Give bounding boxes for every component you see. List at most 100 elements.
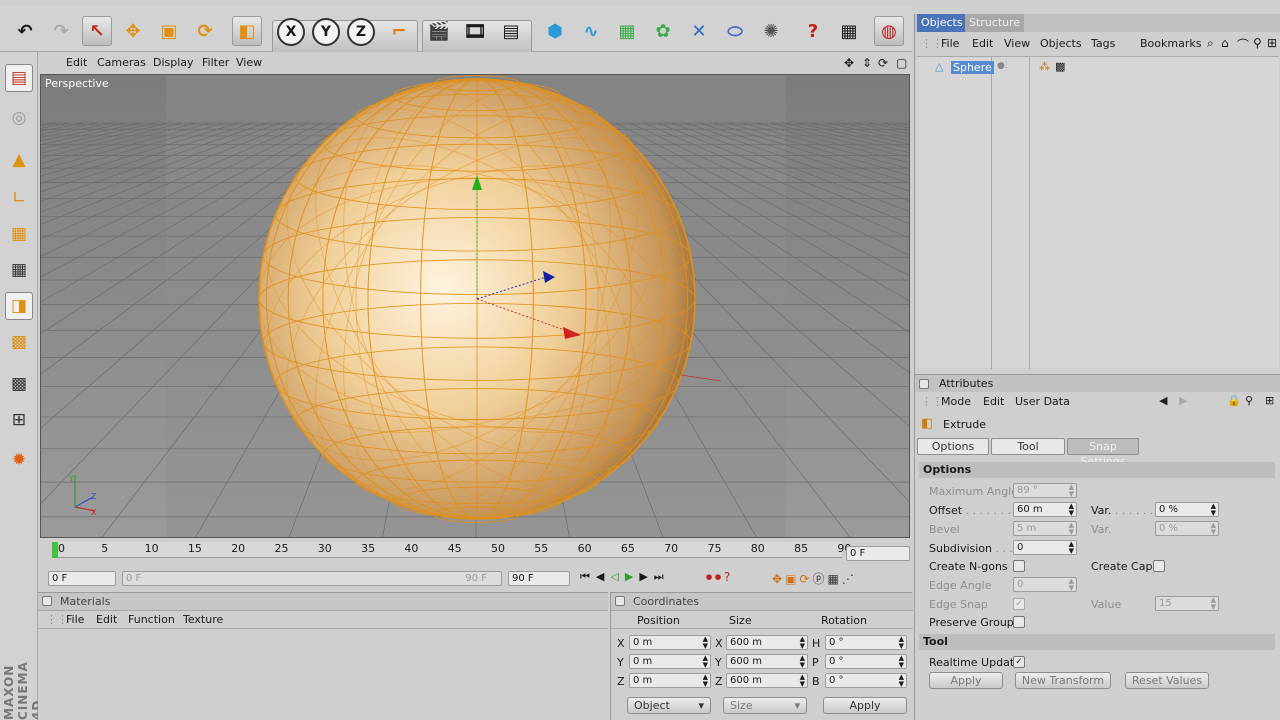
viewport-move-icon[interactable]: ✥: [844, 56, 854, 70]
reset-values-button[interactable]: Reset Values: [1125, 672, 1209, 689]
position-field[interactable]: 0 m ▲ ▼: [629, 673, 711, 688]
back-arrow-icon[interactable]: ◀: [1159, 394, 1167, 407]
key-scale-icon[interactable]: ▣: [785, 572, 799, 586]
position-field[interactable]: 0 m ▲ ▼: [629, 635, 711, 650]
offset-field[interactable]: 60 m ▲ ▼: [1013, 502, 1077, 517]
forward-arrow-icon[interactable]: ▶: [1179, 394, 1187, 407]
range-slider[interactable]: 0 F 90 F: [122, 571, 502, 586]
object-row-sphere[interactable]: △ Sphere: [919, 60, 994, 76]
edge-angle-field[interactable]: 0 ▲ ▼: [1013, 577, 1077, 592]
scene-camera-icon[interactable]: ✺: [756, 16, 786, 46]
uv-points-icon[interactable]: ▦: [5, 256, 33, 284]
end-frame-field[interactable]: 90 F: [508, 571, 570, 586]
size-field[interactable]: 600 m ▲ ▼: [726, 673, 808, 688]
edges-mode-icon[interactable]: ∟: [5, 184, 33, 212]
render-picture-icon[interactable]: 🎞: [460, 16, 490, 46]
keyframe-selection-icon[interactable]: ?: [724, 570, 733, 584]
rotation-field[interactable]: 0 ° ▲ ▼: [825, 635, 907, 650]
offset-var-field[interactable]: 0 % ▲ ▼: [1155, 502, 1219, 517]
workplane-icon[interactable]: ▩: [5, 328, 33, 356]
phong-tag-icon[interactable]: ⁂: [1039, 60, 1050, 73]
key-menu-icon[interactable]: ⋰: [842, 572, 857, 586]
materials-menu-file[interactable]: File: [66, 613, 84, 626]
viewport-menu-filter[interactable]: Filter: [202, 56, 229, 69]
tab-tool[interactable]: Tool: [991, 438, 1065, 455]
key-parameter-icon[interactable]: ⓟ: [812, 572, 827, 586]
new-transform-button[interactable]: New Transform: [1015, 672, 1111, 689]
attributes-panel-toggle[interactable]: [919, 379, 929, 389]
help-icon[interactable]: ?: [798, 16, 828, 46]
sculpt-icon[interactable]: ◎: [5, 104, 33, 132]
size-field[interactable]: 600 m ▲ ▼: [726, 654, 808, 669]
step-back-icon[interactable]: ◀: [596, 570, 610, 583]
viewport-maximize-icon[interactable]: ▢: [896, 56, 907, 70]
texture-mode-icon[interactable]: ✹: [5, 446, 33, 474]
lock-icon[interactable]: 🔒: [1227, 394, 1241, 407]
texture-tag-icon[interactable]: ▩: [1055, 60, 1065, 73]
preserve-groups-checkbox[interactable]: [1013, 616, 1025, 628]
current-frame-field[interactable]: 0 F: [846, 546, 910, 561]
array-icon[interactable]: ✿: [648, 16, 678, 46]
viewport-perspective[interactable]: Y Z X Perspective: [40, 74, 910, 538]
render-view-icon[interactable]: 🎬: [424, 16, 454, 46]
search-icon[interactable]: ⌕: [1207, 36, 1214, 51]
key-pla-icon[interactable]: ▦: [827, 572, 841, 586]
objects-menu-file[interactable]: File: [941, 37, 959, 50]
spline-pen-icon[interactable]: ∿: [576, 16, 606, 46]
live-selection-icon[interactable]: ↖: [82, 16, 112, 46]
size-field[interactable]: 600 m ▲ ▼: [726, 635, 808, 650]
objects-menu-objects[interactable]: Objects: [1040, 37, 1082, 50]
layout-icon[interactable]: ▦: [834, 16, 864, 46]
play-icon[interactable]: ▶: [625, 570, 639, 583]
web-icon[interactable]: ◍: [874, 16, 904, 46]
visibility-dots-icon[interactable]: ●⁚: [997, 61, 1008, 71]
materials-menu-texture[interactable]: Texture: [183, 613, 223, 626]
up-arrow-icon[interactable]: ⌒: [1237, 36, 1249, 53]
points-mode-icon[interactable]: ▲: [5, 146, 33, 174]
tab-options[interactable]: Options: [917, 438, 989, 455]
goto-start-icon[interactable]: ⏮: [580, 570, 596, 583]
render-settings-icon[interactable]: ▤: [496, 16, 526, 46]
redo-icon[interactable]: ↷: [46, 16, 76, 46]
tab-structure[interactable]: Structure: [965, 14, 1025, 32]
goto-end-icon[interactable]: ⏭: [654, 570, 670, 583]
rotation-field[interactable]: 0 ° ▲ ▼: [825, 654, 907, 669]
attributes-menu-user-data[interactable]: User Data: [1015, 395, 1070, 408]
new-attributes-window-icon[interactable]: ⊞: [1265, 394, 1274, 407]
objects-menu-view[interactable]: View: [1004, 37, 1030, 50]
model-mode-icon[interactable]: ◧: [232, 16, 262, 46]
make-editable-icon[interactable]: ▤: [5, 64, 33, 92]
objects-menu-bookmarks[interactable]: Bookmarks: [1140, 37, 1201, 50]
y-axis-lock-button[interactable]: Y: [312, 18, 340, 46]
deformer-icon[interactable]: ✕: [684, 16, 714, 46]
key-position-icon[interactable]: ✥: [772, 572, 785, 586]
max-angle-field[interactable]: 89 ° ▲ ▼: [1013, 483, 1077, 498]
rotate-icon[interactable]: ⟳: [190, 16, 220, 46]
uv-polygons-icon[interactable]: ◨: [5, 292, 33, 320]
viewport-menu-display[interactable]: Display: [153, 56, 194, 69]
create-caps-checkbox[interactable]: [1153, 560, 1165, 572]
size-mode-dropdown[interactable]: Size ▾: [723, 697, 807, 714]
start-frame-field[interactable]: 0 F: [48, 571, 116, 586]
objects-menu-tags[interactable]: Tags: [1091, 37, 1115, 50]
tab-snap-settings[interactable]: Snap Settings: [1067, 438, 1139, 468]
coordinate-mode-dropdown[interactable]: Object ▾: [627, 697, 711, 714]
subdivision-surface-icon[interactable]: ▦: [612, 16, 642, 46]
bevel-var-field[interactable]: 0 % ▲ ▼: [1155, 521, 1219, 536]
filter-icon[interactable]: ⚲: [1253, 36, 1262, 50]
edge-snap-checkbox[interactable]: ✓: [1013, 598, 1025, 610]
materials-menu-function[interactable]: Function: [128, 613, 175, 626]
create-ngons-checkbox[interactable]: [1013, 560, 1025, 572]
materials-menu-edit[interactable]: Edit: [96, 613, 117, 626]
realtime-update-checkbox[interactable]: ✓: [1013, 656, 1025, 668]
environment-icon[interactable]: ⬭: [720, 16, 750, 46]
apply-button[interactable]: Apply: [929, 672, 1003, 689]
snap-icon[interactable]: ⊞: [5, 406, 33, 434]
attributes-menu-edit[interactable]: Edit: [983, 395, 1004, 408]
coordinate-system-icon[interactable]: ⌐: [384, 16, 414, 46]
undo-icon[interactable]: ↶: [10, 16, 40, 46]
new-window-icon[interactable]: ⊞: [1267, 36, 1277, 50]
polygons-mode-icon[interactable]: ▦: [5, 220, 33, 248]
coordinates-apply-button[interactable]: Apply: [823, 697, 907, 714]
record-icon[interactable]: ⏺: [706, 570, 715, 584]
